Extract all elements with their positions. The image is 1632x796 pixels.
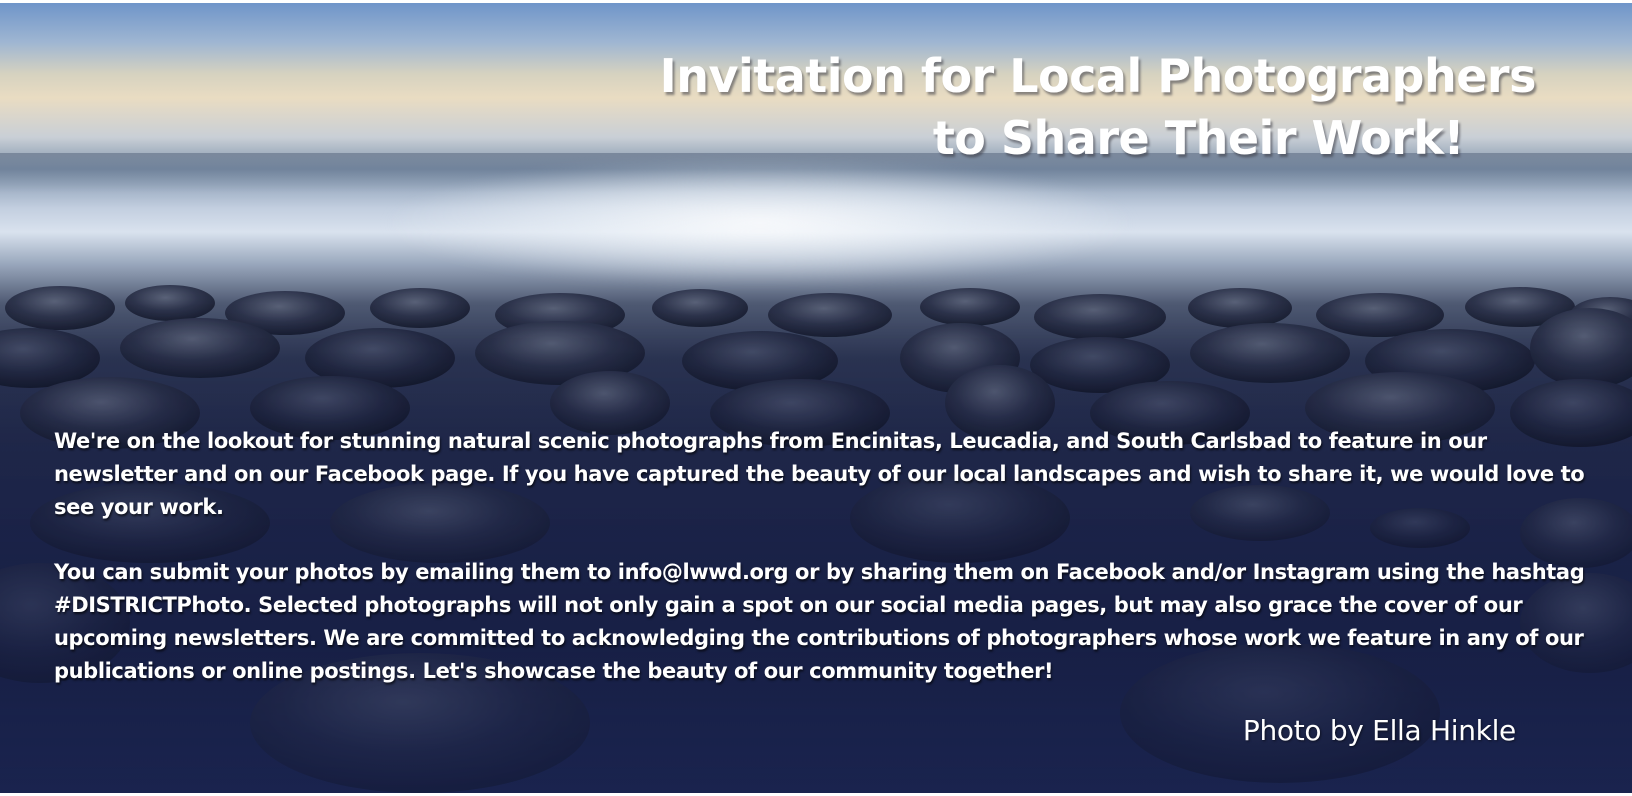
photo-invitation-banner: Invitation for Local Photographers to Sh… bbox=[0, 3, 1632, 793]
invitation-body: We're on the lookout for stunning natura… bbox=[54, 425, 1604, 720]
photo-credit: Photo by Ella Hinkle bbox=[1242, 714, 1516, 747]
headline-line-2: to Share Their Work! bbox=[932, 111, 1465, 165]
headline-line-1: Invitation for Local Photographers bbox=[659, 49, 1537, 103]
intro-paragraph: We're on the lookout for stunning natura… bbox=[54, 429, 1585, 519]
submission-paragraph: You can submit your photos by emailing t… bbox=[54, 560, 1585, 683]
headline: Invitation for Local Photographers to Sh… bbox=[536, 45, 1537, 169]
